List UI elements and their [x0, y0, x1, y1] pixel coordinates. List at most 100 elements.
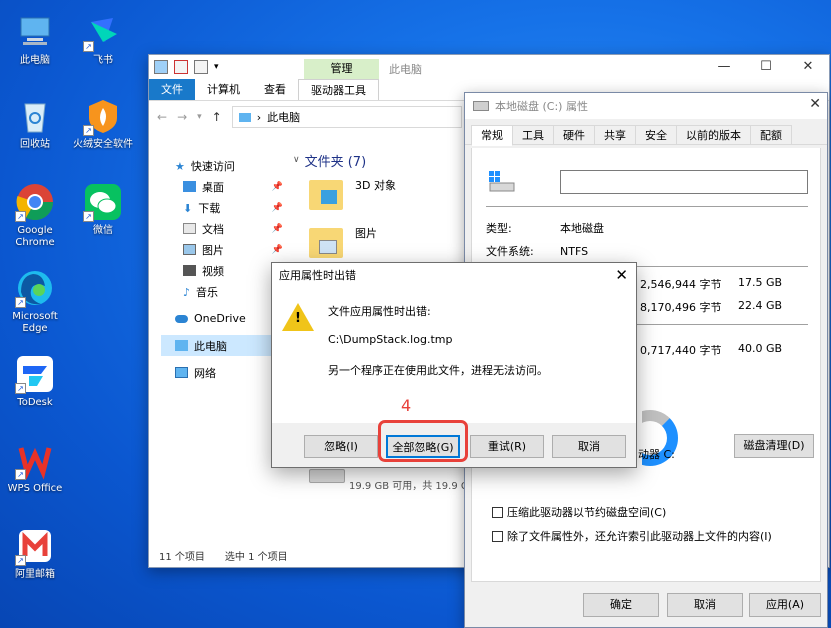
todesk-icon: ↗: [15, 354, 55, 394]
desktop-icon-todesk[interactable]: ↗ ToDesk: [0, 354, 70, 409]
video-icon: [183, 265, 196, 276]
index-option[interactable]: 除了文件属性外，还允许索引此驱动器上文件的内容(I): [492, 528, 772, 544]
hard-drive-icon: [309, 469, 345, 483]
minimize-icon[interactable]: —: [703, 55, 745, 79]
nav-quick-access[interactable]: ★ 快速访问: [161, 155, 289, 176]
item-count: 11 个项目: [159, 552, 205, 563]
maximize-icon[interactable]: ☐: [745, 55, 787, 79]
tab-sharing[interactable]: 共享: [594, 125, 636, 144]
wps-icon: ↗: [15, 440, 55, 480]
this-pc-small-icon: [175, 340, 188, 351]
desktop-icon-recycle-bin[interactable]: 回收站: [0, 96, 70, 151]
ok-button[interactable]: 确定: [583, 593, 659, 617]
compress-checkbox[interactable]: [492, 506, 503, 518]
tab-computer[interactable]: 计算机: [195, 79, 252, 100]
shortcut-arrow-icon: ↗: [83, 125, 94, 136]
tab-file[interactable]: 文件: [149, 79, 195, 100]
tab-security[interactable]: 安全: [635, 125, 677, 144]
folders-group-header[interactable]: ∨ 文件夹 (7): [289, 149, 469, 171]
folder-pictures[interactable]: 图片: [289, 219, 469, 267]
nav-this-pc[interactable]: 此电脑: [161, 335, 289, 356]
disk-free-space: 19.9 GB 可用，共 19.9 G: [349, 481, 469, 492]
cloud-icon: [175, 314, 188, 323]
desktop-icon-this-pc[interactable]: 此电脑: [0, 12, 70, 67]
feishu-icon: ↗: [83, 12, 123, 52]
forward-icon[interactable]: →: [177, 110, 187, 124]
compress-option[interactable]: 压缩此驱动器以节约磁盘空间(C): [492, 504, 666, 520]
drive-name-input[interactable]: [560, 170, 808, 194]
dialog-cancel-button[interactable]: 取消: [552, 435, 626, 458]
wechat-icon: ↗: [83, 182, 123, 222]
shortcut-arrow-icon: ↗: [15, 297, 26, 308]
breadcrumb[interactable]: 此电脑: [267, 109, 300, 125]
chrome-icon: ↗: [15, 182, 55, 222]
step-number-annotation: 4: [401, 396, 412, 415]
desktop-icon-wechat[interactable]: ↗ 微信: [68, 182, 138, 237]
close-icon[interactable]: ✕: [615, 266, 628, 284]
tab-view[interactable]: 查看: [252, 79, 298, 100]
nav-documents[interactable]: 文档 📌: [161, 218, 289, 239]
nav-desktop[interactable]: 桌面 📌: [161, 176, 289, 197]
tab-quota[interactable]: 配额: [750, 125, 792, 144]
nav-onedrive[interactable]: OneDrive: [161, 308, 289, 329]
pin-icon: 📌: [271, 202, 283, 213]
music-icon: ♪: [183, 286, 191, 299]
ali-mail-icon: ↗: [15, 526, 55, 566]
explorer-titlebar: ▾ 管理 此电脑 — ☐ ✕: [149, 55, 829, 79]
network-icon: [175, 367, 188, 378]
address-input[interactable]: › 此电脑: [231, 106, 462, 128]
nav-network[interactable]: 网络: [161, 362, 289, 383]
status-bar: 11 个项目 选中 1 个项目: [159, 548, 288, 563]
desktop-icon-huorong[interactable]: ↗ 火绒安全软件: [68, 96, 138, 151]
window-controls: — ☐ ✕: [703, 55, 829, 79]
apply-button[interactable]: 应用(A): [749, 593, 821, 617]
huorong-icon: ↗: [83, 96, 123, 136]
desktop-folder-icon: [183, 181, 196, 192]
content-pane: ∨ 文件夹 (7) 3D 对象 图片: [289, 149, 469, 267]
tab-hardware[interactable]: 硬件: [553, 125, 595, 144]
tab-tools[interactable]: 工具: [512, 125, 554, 144]
nav-music[interactable]: ♪ 音乐: [161, 281, 289, 302]
ignore-button[interactable]: 忽略(I): [304, 435, 378, 458]
desktop-icon-ali-mail[interactable]: ↗ 阿里邮箱: [0, 526, 70, 581]
tab-drive-tools[interactable]: 驱动器工具: [298, 79, 379, 100]
this-pc-icon: [15, 12, 55, 52]
error-file-path: C:\DumpStack.log.tmp: [328, 333, 453, 346]
computer-icon[interactable]: [154, 60, 168, 74]
up-icon[interactable]: ↑: [212, 110, 222, 124]
disk-cleanup-button[interactable]: 磁盘清理(D): [734, 434, 814, 458]
nav-pictures[interactable]: 图片 📌: [161, 239, 289, 260]
new-folder-icon[interactable]: [194, 60, 208, 74]
nav-videos[interactable]: 视频: [161, 260, 289, 281]
chevron-down-icon: ∨: [293, 155, 300, 165]
qa-dropdown-icon[interactable]: ▾: [214, 62, 219, 72]
desktop-icon-feishu[interactable]: ↗ 飞书: [68, 12, 138, 67]
pin-icon: 📌: [271, 223, 283, 234]
desktop-icon-chrome[interactable]: ↗ Google Chrome: [0, 182, 70, 249]
cancel-button[interactable]: 取消: [667, 593, 743, 617]
tab-previous-versions[interactable]: 以前的版本: [676, 125, 751, 144]
nav-downloads[interactable]: ⬇ 下载 📌: [161, 197, 289, 218]
desktop-icon-edge[interactable]: ↗ Microsoft Edge: [0, 268, 70, 335]
pictures-folder-icon: [309, 228, 343, 258]
properties-check-icon[interactable]: [174, 60, 188, 74]
shortcut-arrow-icon: ↗: [83, 211, 94, 222]
index-checkbox[interactable]: [492, 530, 503, 542]
shortcut-arrow-icon: ↗: [15, 469, 26, 480]
selected-count: 选中 1 个项目: [224, 552, 288, 563]
properties-titlebar: 本地磁盘 (C:) 属性 ✕: [465, 93, 827, 119]
shortcut-arrow-icon: ↗: [83, 41, 94, 52]
back-icon[interactable]: ←: [157, 110, 167, 124]
desktop-icon-wps[interactable]: ↗ WPS Office: [0, 440, 70, 495]
breadcrumb-chevron-icon[interactable]: ›: [257, 111, 261, 124]
divider: [486, 206, 808, 207]
close-icon[interactable]: ✕: [787, 55, 829, 79]
tab-manage[interactable]: 管理: [304, 59, 379, 79]
shortcut-arrow-icon: ↗: [15, 211, 26, 222]
recent-dropdown-icon[interactable]: ▾: [197, 112, 202, 122]
error-message: 文件应用属性时出错:: [328, 305, 431, 318]
folder-3d-objects[interactable]: 3D 对象: [289, 171, 469, 219]
close-icon[interactable]: ✕: [809, 96, 821, 112]
tab-general[interactable]: 常规: [471, 125, 513, 146]
retry-button[interactable]: 重试(R): [470, 435, 544, 458]
